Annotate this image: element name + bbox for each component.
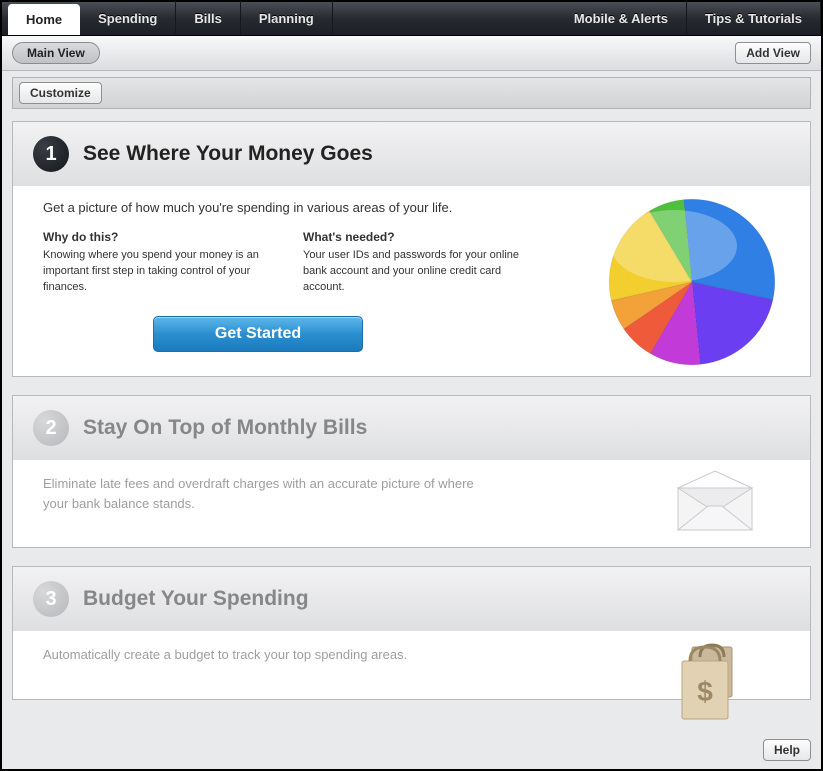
card1-lead: Get a picture of how much you're spendin… (43, 200, 513, 215)
card3-title: Budget Your Spending (83, 587, 309, 611)
content-area: 1 See Where Your Money Goes Get a pictur… (2, 109, 821, 733)
tab-bills[interactable]: Bills (176, 1, 240, 35)
card3-lead: Automatically create a budget to track y… (43, 645, 483, 665)
footer-bar: Help (2, 733, 821, 769)
pie-chart-icon (602, 192, 782, 372)
step-number-2: 2 (33, 410, 69, 446)
tab-spending[interactable]: Spending (80, 1, 176, 35)
card-see-money: 1 See Where Your Money Goes Get a pictur… (12, 121, 811, 377)
get-started-button[interactable]: Get Started (153, 316, 363, 352)
add-view-button[interactable]: Add View (735, 42, 811, 64)
help-button[interactable]: Help (763, 739, 811, 761)
card1-need-col: What's needed? Your user IDs and passwor… (303, 229, 533, 296)
tab-mobile-alerts[interactable]: Mobile & Alerts (556, 1, 687, 35)
main-view-button[interactable]: Main View (12, 42, 100, 64)
customize-bar: Customize (12, 77, 811, 109)
card-budget-spending: 3 Budget Your Spending Automatically cre… (12, 566, 811, 700)
svg-text:$: $ (697, 676, 713, 707)
step-number-1: 1 (33, 136, 69, 172)
card1-why-body: Knowing where you spend your money is an… (43, 248, 273, 296)
envelope-icon (670, 470, 760, 543)
step-number-3: 3 (33, 581, 69, 617)
card1-title: See Where Your Money Goes (83, 142, 373, 166)
customize-button[interactable]: Customize (19, 82, 102, 104)
card2-lead: Eliminate late fees and overdraft charge… (43, 474, 483, 513)
shopping-bag-icon: $ (674, 639, 744, 728)
card1-need-heading: What's needed? (303, 229, 533, 246)
main-tabbar: Home Spending Bills Planning Mobile & Al… (2, 2, 821, 36)
view-toolbar: Main View Add View (2, 36, 821, 71)
card-monthly-bills: 2 Stay On Top of Monthly Bills Eliminate… (12, 395, 811, 548)
card2-title: Stay On Top of Monthly Bills (83, 416, 367, 440)
card1-why-col: Why do this? Knowing where you spend you… (43, 229, 273, 296)
tab-tips-tutorials[interactable]: Tips & Tutorials (687, 1, 821, 35)
tab-home[interactable]: Home (8, 4, 80, 35)
tab-planning[interactable]: Planning (241, 1, 333, 35)
card1-need-body: Your user IDs and passwords for your onl… (303, 248, 533, 296)
card1-why-heading: Why do this? (43, 229, 273, 246)
